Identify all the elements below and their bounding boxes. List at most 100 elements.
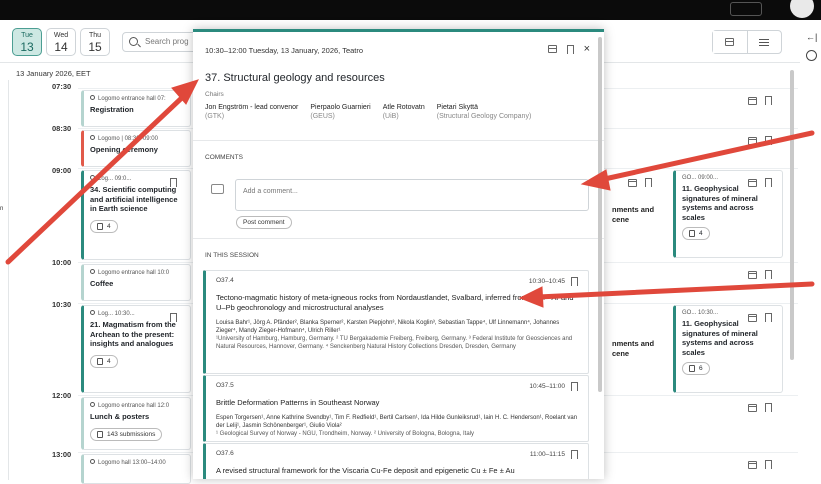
calendar-icon[interactable] [628, 178, 637, 187]
day-tab-label: Thu [88, 32, 102, 39]
calendar-icon[interactable] [748, 178, 757, 187]
modal-scrollbar[interactable] [598, 37, 602, 392]
submission-count-chip[interactable]: 4 [90, 219, 118, 233]
card-actions [748, 136, 772, 145]
card-actions [628, 178, 652, 187]
chairs-label: Chairs [205, 91, 224, 98]
partial-card-text: nments and cene [612, 339, 654, 358]
abstract-time: 10:45–11:00 [529, 383, 565, 390]
chair-org: (GEUS) [310, 113, 335, 120]
section-divider [193, 238, 604, 239]
top-bar-button[interactable] [730, 2, 762, 16]
day-tab-wed[interactable]: Wed 14 [46, 28, 76, 56]
abstract-code: O37.4 [216, 277, 234, 284]
session-card[interactable]: Logomo entrance hall 12:0 Lunch & poster… [81, 397, 191, 450]
list-icon [759, 38, 770, 46]
chair-item: Jon Engström - lead convenor (GTK) [205, 104, 298, 120]
chip-count: 6 [699, 365, 703, 372]
bookmark-icon[interactable] [170, 178, 177, 187]
bookmark-icon[interactable] [765, 403, 772, 412]
calendar-icon[interactable] [748, 460, 757, 469]
card-title: Registration [90, 105, 134, 114]
bookmark-icon[interactable] [765, 178, 772, 187]
view-toggle [712, 30, 782, 54]
time-label: 09:00 [52, 166, 72, 175]
card-location-text: Log... 09:0... [98, 176, 132, 182]
chat-icon[interactable] [806, 50, 817, 61]
search-placeholder: Search prog [145, 37, 189, 46]
bookmark-icon[interactable] [645, 178, 652, 187]
submission-count-chip[interactable]: 143 submissions [90, 427, 163, 441]
calendar-icon[interactable] [748, 136, 757, 145]
calendar-icon[interactable] [748, 96, 757, 105]
page-scrollbar[interactable] [790, 70, 794, 360]
calendar-view-button[interactable] [713, 31, 748, 53]
abstract-item[interactable]: O37.4 10:30–10:45 Tectono-magmatic histor… [203, 270, 589, 374]
card-actions [748, 313, 772, 322]
close-icon[interactable]: × [584, 44, 590, 55]
comment-input[interactable]: Add a comment... [235, 179, 589, 211]
calendar-icon[interactable] [547, 45, 557, 53]
bookmark-icon[interactable] [765, 270, 772, 279]
partial-text-line: nments and [612, 205, 655, 214]
abstract-title: Tectono-magmatic history of meta-igneous… [216, 293, 574, 312]
session-card[interactable]: Logomo entrance hall 07: Registration [81, 90, 191, 127]
chair-item: Pierpaolo Guarnieri (GEUS) [310, 104, 370, 120]
bookmark-icon[interactable] [170, 313, 177, 322]
bookmark-icon[interactable] [571, 450, 578, 459]
calendar-icon[interactable] [748, 313, 757, 322]
abstract-item[interactable]: O37.5 10:45–11:00 Brittle Deformation Pat… [203, 375, 589, 442]
day-tab-tue[interactable]: Tue 13 [12, 28, 42, 56]
chair-item: Atle Rotovatn (UiB) [383, 104, 425, 120]
chip-count: 4 [107, 222, 111, 230]
day-tab-thu[interactable]: Thu 15 [80, 28, 110, 56]
submission-count-chip[interactable]: 6 [682, 361, 710, 375]
bookmark-icon[interactable] [765, 96, 772, 105]
bookmark-icon[interactable] [765, 313, 772, 322]
left-edge-divider [8, 80, 9, 480]
card-title: 21. Magmatism from the Archean to the pr… [90, 320, 176, 348]
calendar-icon[interactable] [748, 403, 757, 412]
time-label: 10:00 [52, 258, 72, 267]
bookmark-icon[interactable] [765, 136, 772, 145]
session-card[interactable]: Logomo hall 13:00–14:00 [81, 454, 191, 484]
list-view-button[interactable] [748, 31, 782, 53]
submission-count-chip[interactable]: 4 [682, 226, 710, 240]
location-pin-icon [90, 175, 95, 180]
chairs-list: Jon Engström - lead convenor (GTK) Pierpa… [205, 104, 531, 120]
day-tab-number: 13 [20, 40, 34, 54]
partial-text-line: nments and [612, 339, 655, 348]
day-tabs: Tue 13 Wed 14 Thu 15 [12, 28, 110, 56]
submission-count-chip[interactable]: 4 [90, 354, 118, 368]
time-label: 10:30 [52, 300, 72, 309]
card-location: Logomo hall 13:00–14:00 [90, 459, 184, 466]
card-location: Logomo entrance hall 10:0 [90, 269, 184, 276]
location-pin-icon [90, 95, 95, 100]
abstract-code: O37.5 [216, 382, 234, 389]
chair-name: Pietari Skyttä [436, 104, 478, 111]
calendar-icon[interactable] [748, 270, 757, 279]
session-card[interactable]: Logomo entrance hall 10:0 Coffee [81, 264, 191, 301]
card-location-text: Logomo entrance hall 07: [98, 96, 166, 102]
card-location-text: GO... 09:00... [682, 175, 719, 181]
in-session-label: IN THIS SESSION [205, 252, 259, 259]
card-actions [748, 270, 772, 279]
bookmark-icon[interactable] [571, 382, 578, 391]
bookmark-icon[interactable] [571, 277, 578, 286]
avatar[interactable] [790, 0, 814, 18]
post-comment-button[interactable]: Post comment [236, 216, 292, 229]
calendar-icon [725, 38, 735, 46]
session-card[interactable]: Logomo | 08:30–09:00 Opening ceremony [81, 130, 191, 167]
day-tab-number: 15 [88, 40, 102, 54]
abstract-authors: Louisa Bahr¹, Jörg A. Pfänder², Blanka S… [216, 320, 560, 334]
bookmark-icon[interactable] [566, 44, 574, 54]
collapse-arrow-icon[interactable]: ←| [806, 32, 817, 42]
card-actions [748, 96, 772, 105]
search-icon [129, 37, 138, 46]
partial-card-text: nments and cene [612, 205, 654, 224]
bookmark-icon[interactable] [765, 460, 772, 469]
document-icon [689, 229, 695, 237]
card-actions [748, 403, 772, 412]
card-location: Logomo entrance hall 12:0 [90, 402, 184, 409]
partial-text-line: cene [612, 214, 630, 224]
